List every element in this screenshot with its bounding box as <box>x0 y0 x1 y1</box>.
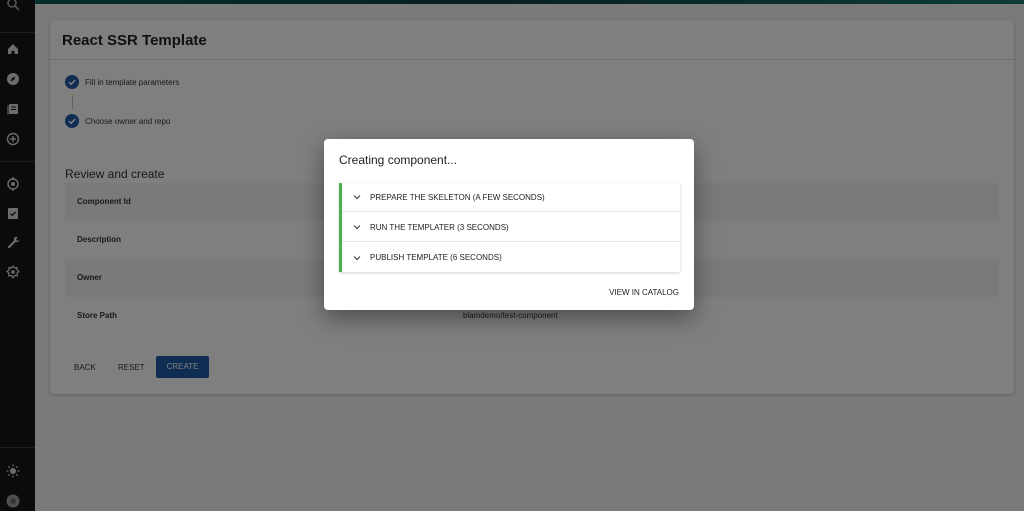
creating-component-dialog: Creating component... PREPARE THE SKELET… <box>324 139 694 310</box>
accordion-step[interactable]: RUN THE TEMPLATER (3 SECONDS) <box>342 213 680 242</box>
progress-steps: PREPARE THE SKELETON (A FEW SECONDS) RUN… <box>339 183 680 272</box>
accordion-step-label: RUN THE TEMPLATER (3 SECONDS) <box>370 222 509 232</box>
chevron-down-icon[interactable] <box>352 192 362 202</box>
accordion-step[interactable]: PUBLISH TEMPLATE (6 SECONDS) <box>342 243 680 272</box>
view-in-catalog-button[interactable]: VIEW IN CATALOG <box>609 288 679 297</box>
accordion-step-label: PREPARE THE SKELETON (A FEW SECONDS) <box>370 192 545 202</box>
dialog-title: Creating component... <box>339 153 458 167</box>
chevron-down-icon[interactable] <box>352 253 362 263</box>
chevron-down-icon[interactable] <box>352 222 362 232</box>
accordion-step[interactable]: PREPARE THE SKELETON (A FEW SECONDS) <box>342 183 680 212</box>
accordion-step-label: PUBLISH TEMPLATE (6 SECONDS) <box>370 253 502 262</box>
